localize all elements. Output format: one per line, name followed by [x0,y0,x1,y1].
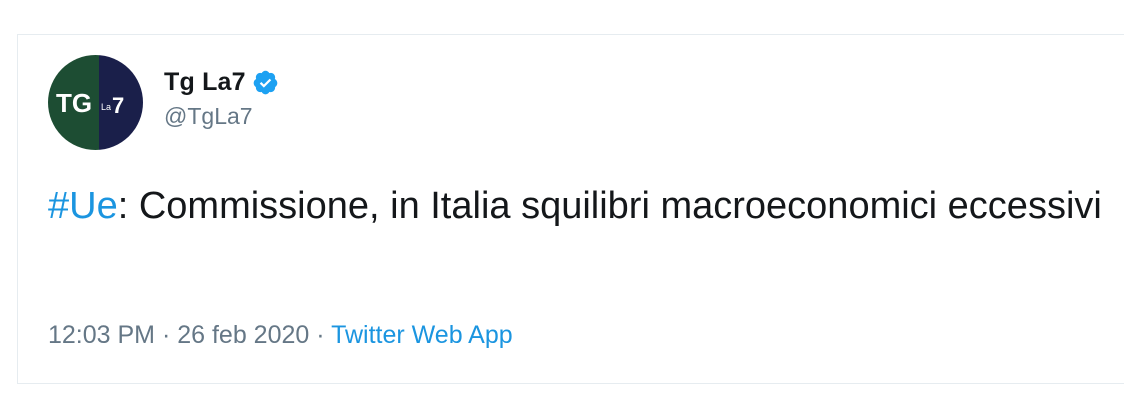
meta-separator: · [155,321,178,349]
verified-badge-icon [252,69,279,96]
tg-la7-logo: TG La 7 [48,55,143,150]
tweet-text: #Ue: Commissione, in Italia squilibri ma… [48,177,1108,235]
source-link[interactable]: Twitter Web App [331,321,513,349]
hashtag-link[interactable]: #Ue [48,185,118,227]
tweet-body: : Commissione, in Italia squilibri macro… [117,185,1102,227]
tweet-meta: 12:03 PM · 26 feb 2020 · Twitter Web App [48,321,513,350]
svg-text:La: La [101,102,111,112]
tweet-date[interactable]: 26 feb 2020 [177,321,309,349]
tweet-time[interactable]: 12:03 PM [48,321,155,349]
avatar[interactable]: TG La 7 [48,55,143,150]
tweet-card: TG La 7 Tg La7 @TgLa7 #Ue: Commissione, … [17,34,1124,384]
handle[interactable]: @TgLa7 [164,103,279,130]
meta-separator: · [309,321,332,349]
display-name[interactable]: Tg La7 [164,68,246,97]
author-info: Tg La7 @TgLa7 [164,67,279,130]
svg-text:7: 7 [112,93,124,118]
display-name-row: Tg La7 [164,67,279,97]
svg-text:TG: TG [56,88,92,118]
